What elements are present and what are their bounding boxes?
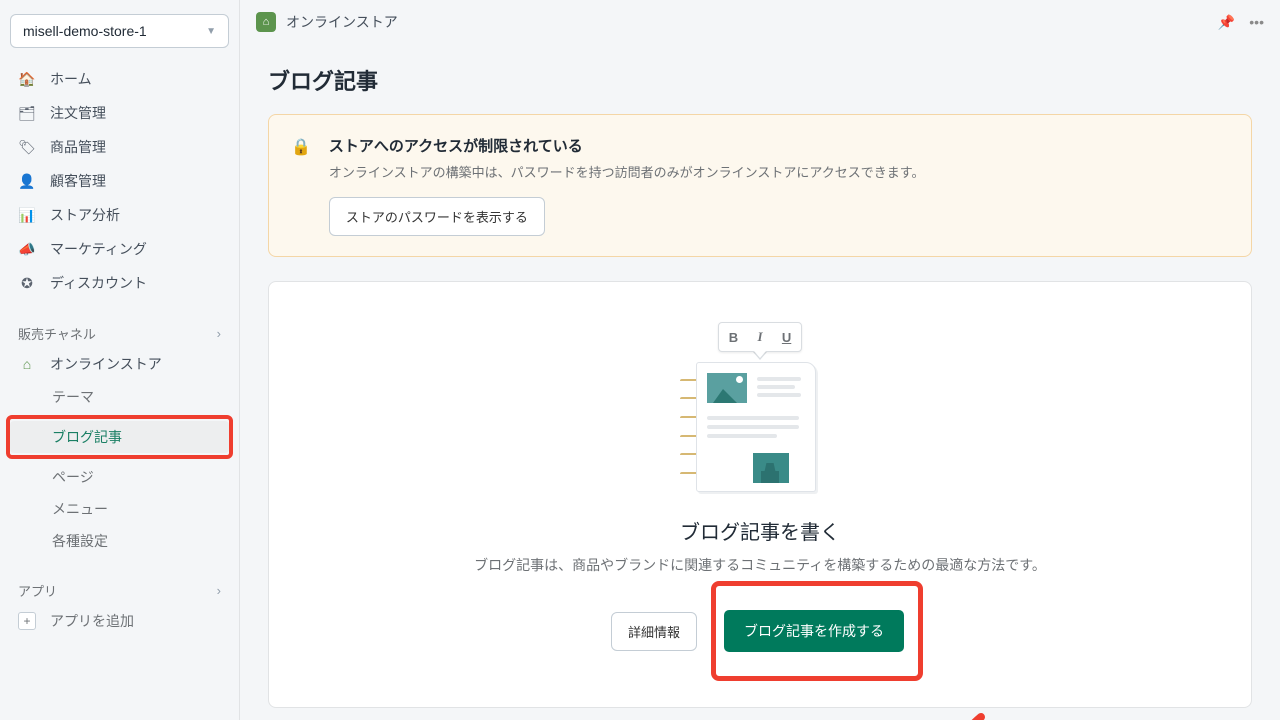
online-store-badge-icon: ⌂ xyxy=(256,12,276,32)
nav-marketing[interactable]: 📣マーケティング xyxy=(10,232,229,266)
plus-icon: + xyxy=(18,612,36,630)
nav-orders[interactable]: 🗂注文管理 xyxy=(10,96,229,130)
store-icon: ⌂ xyxy=(18,356,36,372)
create-blog-post-button[interactable]: ブログ記事を作成する xyxy=(724,610,904,652)
empty-desc: ブログ記事は、商品やブランドに関連するコミュニティを構築するための最適な方法です… xyxy=(474,555,1046,575)
subnav-navigation[interactable]: メニュー xyxy=(10,493,229,525)
caret-down-icon: ▼ xyxy=(206,26,216,37)
empty-title: ブログ記事を書く xyxy=(680,516,840,545)
page-title: ブログ記事 xyxy=(268,64,1252,96)
annotation-highlight-blog: ブログ記事 xyxy=(6,415,233,459)
subnav-pages[interactable]: ページ xyxy=(10,461,229,493)
password-banner: 🔒 ストアへのアクセスが制限されている オンラインストアの構築中は、パスワードを… xyxy=(268,114,1252,257)
learn-more-button[interactable]: 詳細情報 xyxy=(611,612,697,651)
pin-icon[interactable]: 📌 xyxy=(1218,14,1235,31)
banner-desc: オンラインストアの構築中は、パスワードを持つ訪問者のみがオンラインストアにアクセ… xyxy=(329,162,1229,181)
home-icon: 🏠 xyxy=(18,71,36,88)
apps-header[interactable]: アプリ › xyxy=(10,577,229,604)
nav-products[interactable]: 🏷商品管理 xyxy=(10,130,229,164)
nav-home[interactable]: 🏠ホーム xyxy=(10,62,229,96)
nav-discounts[interactable]: ✪ディスカウント xyxy=(10,266,229,300)
add-app-button[interactable]: + アプリを追加 xyxy=(10,604,229,638)
main-area: ⌂ オンラインストア 📌 ••• ブログ記事 🔒 ストアへのアクセスが制限されて… xyxy=(240,0,1280,720)
store-name: misell-demo-store-1 xyxy=(23,23,147,39)
analytics-icon: 📊 xyxy=(18,207,36,224)
chevron-right-icon: › xyxy=(217,583,221,598)
inbox-icon: 🗂 xyxy=(18,105,36,122)
person-icon: 👤 xyxy=(18,173,36,190)
blog-illustration: BIU xyxy=(680,322,840,492)
sidebar: misell-demo-store-1 ▼ 🏠ホーム 🗂注文管理 🏷商品管理 👤… xyxy=(0,0,240,720)
annotation-arrow xyxy=(901,712,991,720)
tag-icon: 🏷 xyxy=(18,139,36,156)
subnav-preferences[interactable]: 各種設定 xyxy=(10,525,229,557)
discount-icon: ✪ xyxy=(18,275,36,292)
breadcrumb: オンラインストア xyxy=(286,12,398,32)
nav-online-store[interactable]: ⌂ オンラインストア xyxy=(10,347,229,381)
chevron-right-icon: › xyxy=(217,326,221,341)
nav-analytics[interactable]: 📊ストア分析 xyxy=(10,198,229,232)
more-icon[interactable]: ••• xyxy=(1249,14,1264,30)
subnav-blog-posts[interactable]: ブログ記事 xyxy=(10,421,229,453)
subnav-themes[interactable]: テーマ xyxy=(10,381,229,413)
empty-state-card: BIU ブログ記事を書く ブログ記事は、商品やブランドに関連するコミュニティを構… xyxy=(268,281,1252,708)
annotation-highlight-create: ブログ記事を作成する xyxy=(711,581,923,681)
lock-icon: 🔒 xyxy=(291,137,311,236)
topbar: ⌂ オンラインストア 📌 ••• xyxy=(240,0,1280,44)
nav-customers[interactable]: 👤顧客管理 xyxy=(10,164,229,198)
banner-title: ストアへのアクセスが制限されている xyxy=(329,135,1229,156)
sales-channels-header[interactable]: 販売チャネル › xyxy=(10,320,229,347)
store-selector[interactable]: misell-demo-store-1 ▼ xyxy=(10,14,229,48)
show-password-button[interactable]: ストアのパスワードを表示する xyxy=(329,197,545,236)
megaphone-icon: 📣 xyxy=(18,241,36,258)
